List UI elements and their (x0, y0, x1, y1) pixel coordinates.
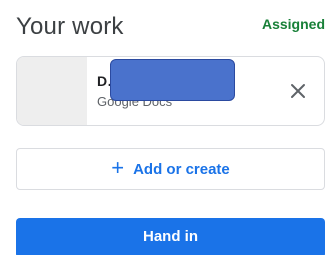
page-title: Your work (16, 13, 124, 40)
add-or-create-button[interactable]: + Add or create (16, 148, 325, 190)
plus-icon: + (111, 155, 125, 180)
attachment-card[interactable]: D… Google Docs (16, 56, 325, 126)
status-badge: Assigned (261, 16, 325, 32)
add-or-create-label: Add or create (133, 160, 230, 178)
attachment-thumbnail (17, 57, 87, 125)
your-work-card: Your work Assigned D… Google Docs + Add … (0, 0, 335, 255)
redaction-box (110, 59, 235, 101)
close-icon[interactable] (286, 79, 310, 103)
hand-in-button[interactable]: Hand in (16, 218, 325, 255)
